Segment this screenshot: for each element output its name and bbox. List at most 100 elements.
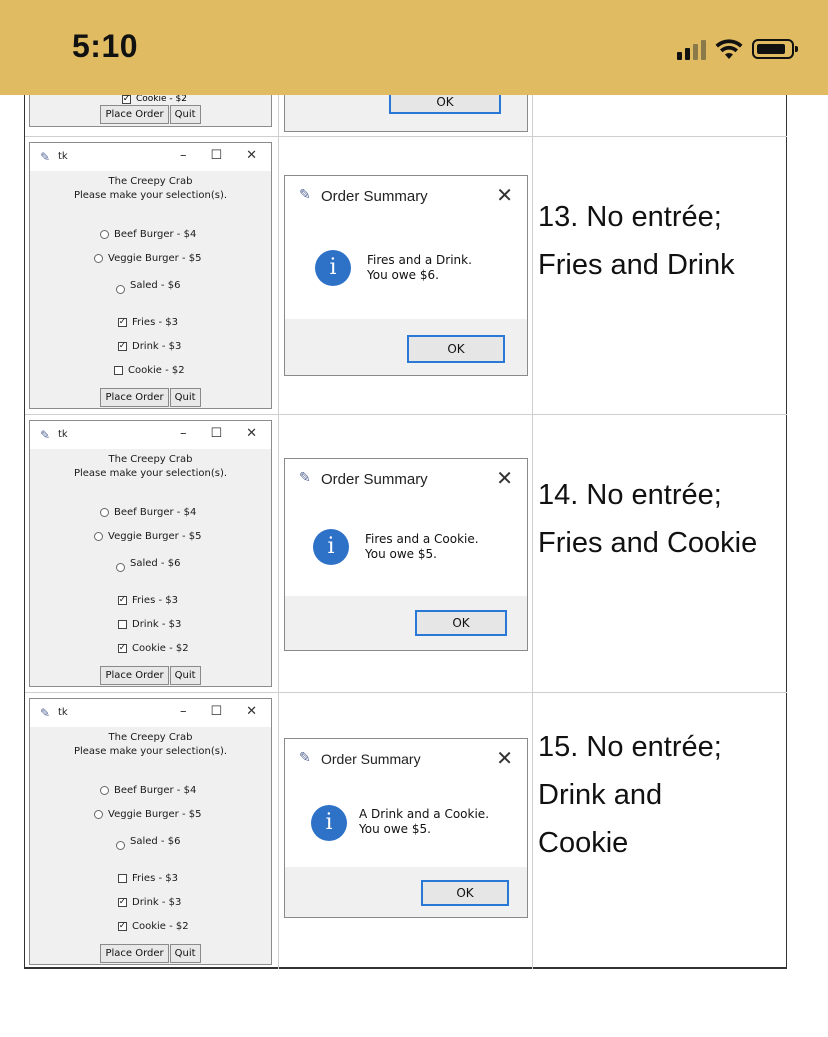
selection-prompt: Please make your selection(s). [73,746,228,757]
tk-titlebar: ✎ tk – ☐ ✕ [30,143,271,171]
status-icons [677,36,798,62]
ok-button[interactable]: OK [389,95,501,114]
minimize-icon[interactable]: – [180,704,187,719]
option-cookie-label: Cookie - $2 [132,921,189,932]
radio-beef-burger[interactable] [100,230,109,239]
checkbox-fries[interactable]: ✓ [118,318,127,327]
place-order-button[interactable]: Place Order [100,944,169,963]
ok-button[interactable]: OK [421,880,509,906]
tk-titlebar: ✎ tk – ☐ ✕ [30,421,271,449]
info-icon: i [311,805,347,841]
dialog-footer: OK [285,319,527,375]
case-items: Fries and Cookie [538,527,758,559]
option-fries-label: Fries - $3 [132,317,178,328]
radio-veggie-burger[interactable] [94,810,103,819]
radio-salad[interactable] [116,563,125,572]
radio-beef-burger[interactable] [100,786,109,795]
case-title: 15. No entrée; [538,731,722,763]
maximize-icon[interactable]: ☐ [210,704,222,719]
checkbox-cookie[interactable]: ✓ [118,922,127,931]
dialog-footer: OK [285,596,527,650]
option-salad-label: Saled - $6 [130,280,181,291]
case-description: 15. No entrée; Drink and Cookie [538,723,783,867]
tk-window: ✎ tk – ☐ ✕ The Creepy Crab Please make your… [29,420,272,687]
option-cookie-label: Cookie - $2 [132,643,189,654]
case-items: Fries and Drink [538,249,735,281]
info-icon: i [315,250,351,286]
quit-button[interactable]: Quit [169,944,201,963]
checkbox-cookie[interactable]: ✓ [118,644,127,653]
case-title: 13. No entrée; [538,201,722,233]
message-line-1: A Drink and a Cookie. [359,807,490,821]
radio-salad[interactable] [116,841,125,850]
case-title: 14. No entrée; [538,479,722,511]
info-icon: i [313,529,349,565]
feather-icon: ✎ [299,187,311,203]
close-icon[interactable]: ✕ [246,148,257,163]
checkbox-fries[interactable] [118,874,127,883]
maximize-icon[interactable]: ☐ [210,426,222,441]
radio-veggie-burger[interactable] [94,532,103,541]
dialog-title: Order Summary [321,471,428,488]
feather-icon: ✎ [40,706,51,720]
minimize-icon[interactable]: – [180,426,187,441]
dialog-footer: OK [285,867,527,917]
checkbox-drink[interactable]: ✓ [118,898,127,907]
case-description: 13. No entrée; Fries and Drink [538,193,783,289]
option-cookie-label: Cookie - $2 [136,95,187,104]
radio-veggie-burger[interactable] [94,254,103,263]
ok-button[interactable]: OK [407,335,505,363]
option-cookie-label: Cookie - $2 [128,365,185,376]
place-order-button[interactable]: Place Order [100,666,169,685]
checkbox-drink[interactable]: ✓ [118,342,127,351]
maximize-icon[interactable]: ☐ [210,148,222,163]
selection-prompt: Please make your selection(s). [73,190,228,201]
radio-beef-burger[interactable] [100,508,109,517]
message-line-1: Fires and a Drink. [367,253,472,267]
minimize-icon[interactable]: – [180,148,187,163]
close-icon[interactable]: ✕ [246,704,257,719]
dialog-title: Order Summary [321,188,428,205]
case-items-continued: Cookie [538,827,629,859]
close-icon[interactable]: ✕ [246,426,257,441]
message-line-1: Fires and a Cookie. [365,532,479,546]
shop-name: The Creepy Crab [108,732,193,743]
message-line-2: You owe $5. [359,822,431,836]
close-icon[interactable]: ✕ [496,746,513,770]
checkbox-cookie[interactable]: ✓ [122,95,131,104]
status-time: 5:10 [72,28,139,64]
option-veggie-label: Veggie Burger - $5 [108,531,202,542]
order-summary-dialog: ✎ Order Summary ✕ i A Drink and a Cookie… [284,738,528,918]
case-description: 14. No entrée; Fries and Cookie [538,471,783,567]
option-salad-label: Saled - $6 [130,836,181,847]
feather-icon: ✎ [40,428,51,442]
selection-prompt: Please make your selection(s). [73,468,228,479]
checkbox-cookie[interactable] [114,366,123,375]
quit-button[interactable]: Quit [169,388,201,407]
wifi-icon [715,39,743,59]
checkbox-drink[interactable] [118,620,127,629]
previous-dialog: OK [284,95,528,132]
option-beef-label: Beef Burger - $4 [114,785,197,796]
order-summary-dialog: ✎ Order Summary ✕ i Fires and a Cookie. Y… [284,458,528,651]
option-drink-label: Drink - $3 [132,897,182,908]
quit-button[interactable]: Quit [169,105,201,124]
shop-name: The Creepy Crab [108,454,193,465]
table-row: ✎ tk – ☐ ✕ The Creepy Crab Please make your… [24,415,787,692]
option-fries-label: Fries - $3 [132,873,178,884]
dialog-title: Order Summary [321,751,421,767]
checkbox-fries[interactable]: ✓ [118,596,127,605]
option-veggie-label: Veggie Burger - $5 [108,253,202,264]
place-order-button[interactable]: Place Order [100,105,169,124]
table-row: ✎ tk – ☐ ✕ The Creepy Crab Please make your… [24,137,787,414]
radio-salad[interactable] [116,285,125,294]
case-items: Drink and [538,779,663,811]
ok-button[interactable]: OK [415,610,507,636]
shop-name: The Creepy Crab [108,176,193,187]
feather-icon: ✎ [299,470,311,486]
place-order-button[interactable]: Place Order [100,388,169,407]
close-icon[interactable]: ✕ [496,183,513,207]
quit-button[interactable]: Quit [169,666,201,685]
close-icon[interactable]: ✕ [496,466,513,490]
tk-window-title: tk [58,151,68,162]
